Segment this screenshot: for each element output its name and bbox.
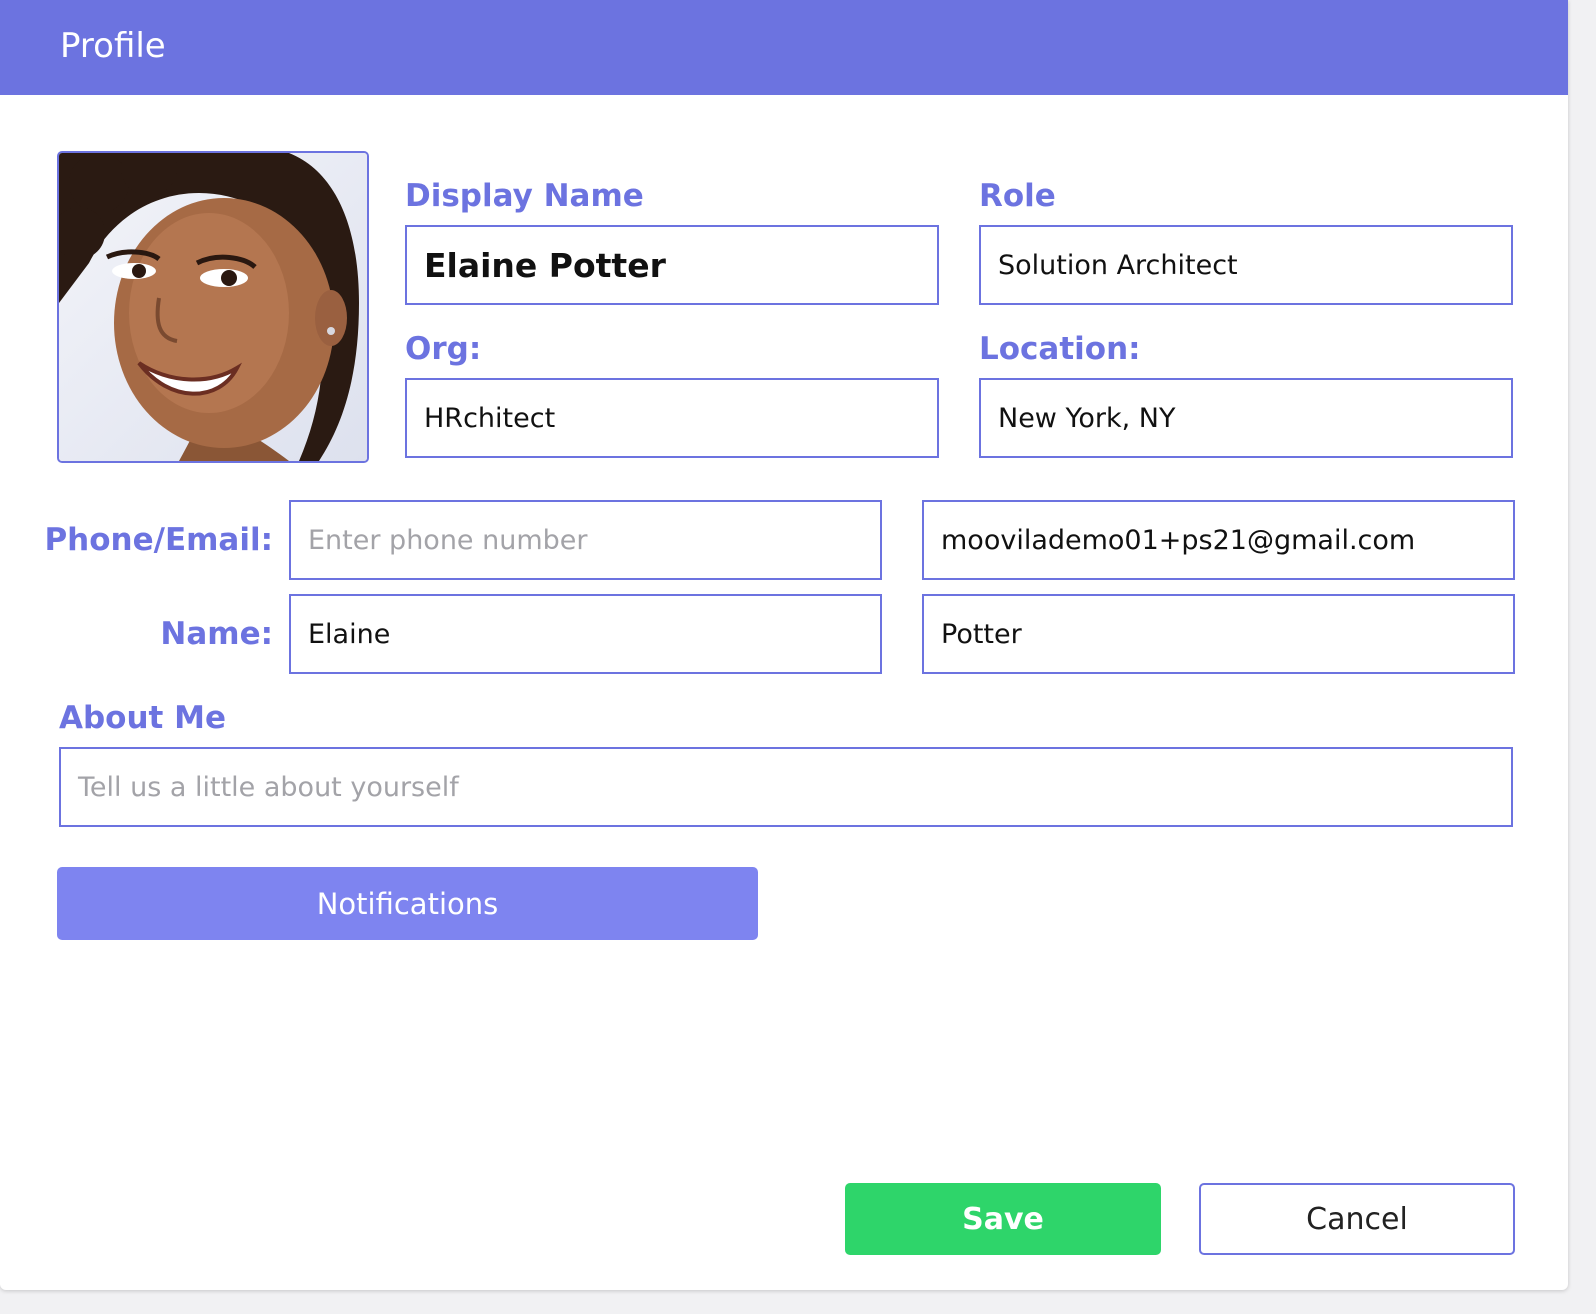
last-name-field[interactable]: Potter <box>922 594 1515 674</box>
dialog-header: Profile <box>0 0 1568 95</box>
location-field[interactable]: New York, NY <box>979 378 1513 458</box>
email-field[interactable]: moovilademo01+ps21@gmail.com <box>922 500 1515 580</box>
phone-email-label: Phone/Email: <box>44 522 273 558</box>
role-label: Role <box>979 178 1056 214</box>
name-label: Name: <box>160 616 273 652</box>
role-field[interactable]: Solution Architect <box>979 225 1513 305</box>
save-button[interactable]: Save <box>845 1183 1161 1255</box>
avatar[interactable] <box>57 151 369 463</box>
org-field[interactable]: HRchitect <box>405 378 939 458</box>
profile-photo-icon <box>59 153 367 461</box>
profile-dialog: Profile Display Name Elaine Potter Role … <box>0 0 1568 1290</box>
phone-input[interactable]: Enter phone number <box>289 500 882 580</box>
notifications-button[interactable]: Notifications <box>57 867 758 940</box>
about-me-label: About Me <box>59 700 227 736</box>
first-name-field[interactable]: Elaine <box>289 594 882 674</box>
display-name-label: Display Name <box>405 178 644 214</box>
location-label: Location: <box>979 331 1141 367</box>
dialog-title: Profile <box>60 26 166 66</box>
cancel-button[interactable]: Cancel <box>1199 1183 1515 1255</box>
about-me-input[interactable]: Tell us a little about yourself <box>59 747 1513 827</box>
display-name-field[interactable]: Elaine Potter <box>405 225 939 305</box>
org-label: Org: <box>405 331 482 367</box>
